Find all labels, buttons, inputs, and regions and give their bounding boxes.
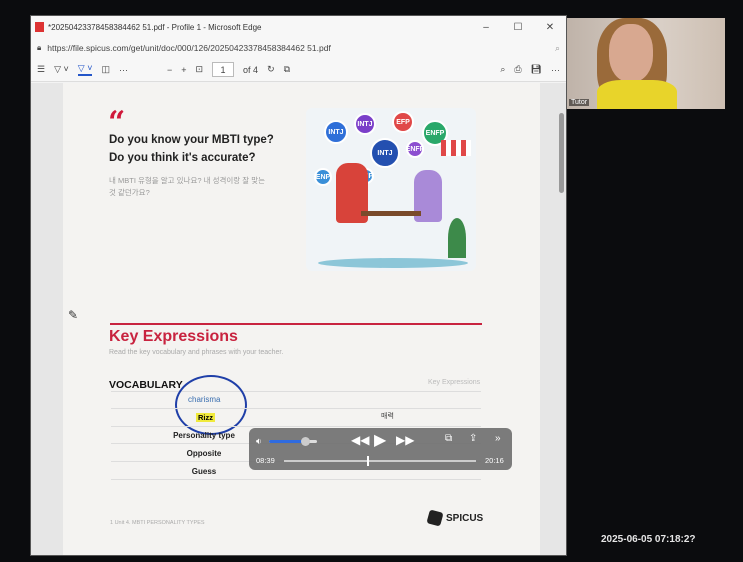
volume-knob[interactable] <box>301 437 310 446</box>
bubble: ENP <box>314 168 332 186</box>
vocab-meaning: 매력 <box>381 413 394 420</box>
section-title: Key Expressions <box>109 328 238 345</box>
bubble: INTJ <box>370 138 400 168</box>
scrollbar[interactable] <box>559 113 564 193</box>
korean-text: 내 MBTI 유형을 알고 있나요? 내 성격이랑 잘 맞는 것 같던가요? <box>109 176 266 197</box>
bubble: EFP <box>392 111 414 133</box>
video-player-controls: 🔉︎ ◀◀ ▶ ▶▶ ⧉ ⇪ » 08:39 20:16 <box>249 428 512 470</box>
section-subtitle: Read the key vocabulary and phrases with… <box>109 349 284 356</box>
pencil-icon[interactable]: ✎ <box>68 308 78 322</box>
highlight-icon[interactable]: ▽ ˅ <box>54 64 69 75</box>
fit-page-icon[interactable]: ⊡ <box>196 64 204 75</box>
bubble: ENFP <box>406 140 424 158</box>
current-time: 08:39 <box>256 456 275 465</box>
page-count: of 4 <box>243 64 259 75</box>
two-page-icon[interactable]: ⧉ <box>284 64 290 75</box>
tutor-shirt <box>597 80 677 109</box>
zoom-icon[interactable]: ⌕ <box>555 43 560 54</box>
rewind-button[interactable]: ◀◀ <box>351 433 369 447</box>
page-input[interactable]: 1 <box>212 62 235 77</box>
minimize-button[interactable]: – <box>470 22 502 33</box>
plant <box>448 218 466 258</box>
pdf-toolbar: ☰ ▽ ˅ ▽ ˅ ◫ ··· − + ⊡ 1 of 4 ↻ ⧉ ⌕ ⎙ 💾︎ … <box>31 58 566 82</box>
page-footer: 1 Unit 4. MBTI PERSONALITY TYPES <box>110 520 205 526</box>
play-button[interactable]: ▶ <box>374 430 386 450</box>
zoom-in-button[interactable]: + <box>181 65 186 75</box>
volume-icon[interactable]: 🔉︎ <box>256 436 262 447</box>
divider <box>110 323 482 325</box>
vocab-word: Opposite <box>186 449 222 458</box>
total-time: 20:16 <box>485 456 504 465</box>
divider <box>111 426 481 427</box>
rotate-icon[interactable]: ↻ <box>267 64 275 75</box>
save-icon[interactable]: 💾︎ <box>531 64 542 75</box>
pip-button[interactable]: ⧉ <box>445 433 452 444</box>
photo-timestamp: 2025-06-05 07:18:2? <box>601 534 696 545</box>
vocab-word: Rizz <box>196 413 215 422</box>
spicus-logo: SPICUS <box>426 509 484 527</box>
bubble: INTJ <box>324 120 348 144</box>
browser-window: *20250423378458384462 51.pdf - Profile 1… <box>30 15 567 556</box>
divider <box>111 479 481 480</box>
pdf-icon <box>35 22 44 32</box>
page-view-icon[interactable]: ◫ <box>101 64 110 75</box>
logo-text: SPICUS <box>446 512 484 524</box>
vocab-word: Personality type <box>173 431 235 440</box>
address-bar[interactable]: 🔒︎ https://file.spicus.com/get/unit/doc/… <box>31 38 566 58</box>
more-icon[interactable]: ··· <box>551 65 560 75</box>
pdf-page: “ Do you know your MBTI type? Do you thin… <box>63 83 540 555</box>
question-1: Do you know your MBTI type? <box>109 134 274 146</box>
divider <box>111 408 481 409</box>
tutor-face <box>609 24 653 82</box>
maximize-button[interactable]: ☐ <box>502 22 534 33</box>
more-button[interactable]: » <box>495 433 501 444</box>
search-icon[interactable]: ⌕ <box>500 64 505 75</box>
vocabulary-heading: VOCABULARY <box>109 379 183 391</box>
divider <box>111 391 481 392</box>
pdf-viewport: “ Do you know your MBTI type? Do you thin… <box>31 83 566 555</box>
lock-icon: 🔒︎ <box>37 43 42 52</box>
seek-handle[interactable] <box>366 456 369 466</box>
mbti-illustration: INTJ INTJ EFP ENFP INTJ ENP ENFP ENP <box>306 108 476 271</box>
webcam-label: Tutor <box>569 99 590 106</box>
more-icon[interactable]: ··· <box>119 65 128 75</box>
header-label: Key Expressions <box>428 379 481 386</box>
bubble: INTJ <box>354 113 376 135</box>
close-button[interactable]: ✕ <box>534 22 566 33</box>
share-button[interactable]: ⇪ <box>469 433 477 444</box>
seek-bar[interactable] <box>284 456 476 466</box>
fast-forward-button[interactable]: ▶▶ <box>396 433 414 447</box>
title-bar: *20250423378458384462 51.pdf - Profile 1… <box>31 16 566 38</box>
tutor-webcam: Tutor <box>567 18 725 109</box>
table <box>361 211 421 216</box>
awning <box>441 140 471 156</box>
question-2: Do you think it's accurate? <box>109 152 256 164</box>
volume-fill <box>269 440 305 443</box>
handwritten-annotation: charisma <box>188 395 221 404</box>
zoom-out-button[interactable]: − <box>167 65 172 75</box>
print-icon[interactable]: ⎙ <box>514 64 521 75</box>
floor <box>318 258 468 268</box>
draw-icon[interactable]: ▽ ˅ <box>77 63 93 76</box>
url: https://file.spicus.com/get/unit/doc/000… <box>47 43 331 53</box>
window-title: *20250423378458384462 51.pdf - Profile 1… <box>48 22 262 32</box>
vocab-word: Guess <box>191 467 217 476</box>
contents-icon[interactable]: ☰ <box>37 64 45 75</box>
volume-slider[interactable] <box>269 437 317 446</box>
